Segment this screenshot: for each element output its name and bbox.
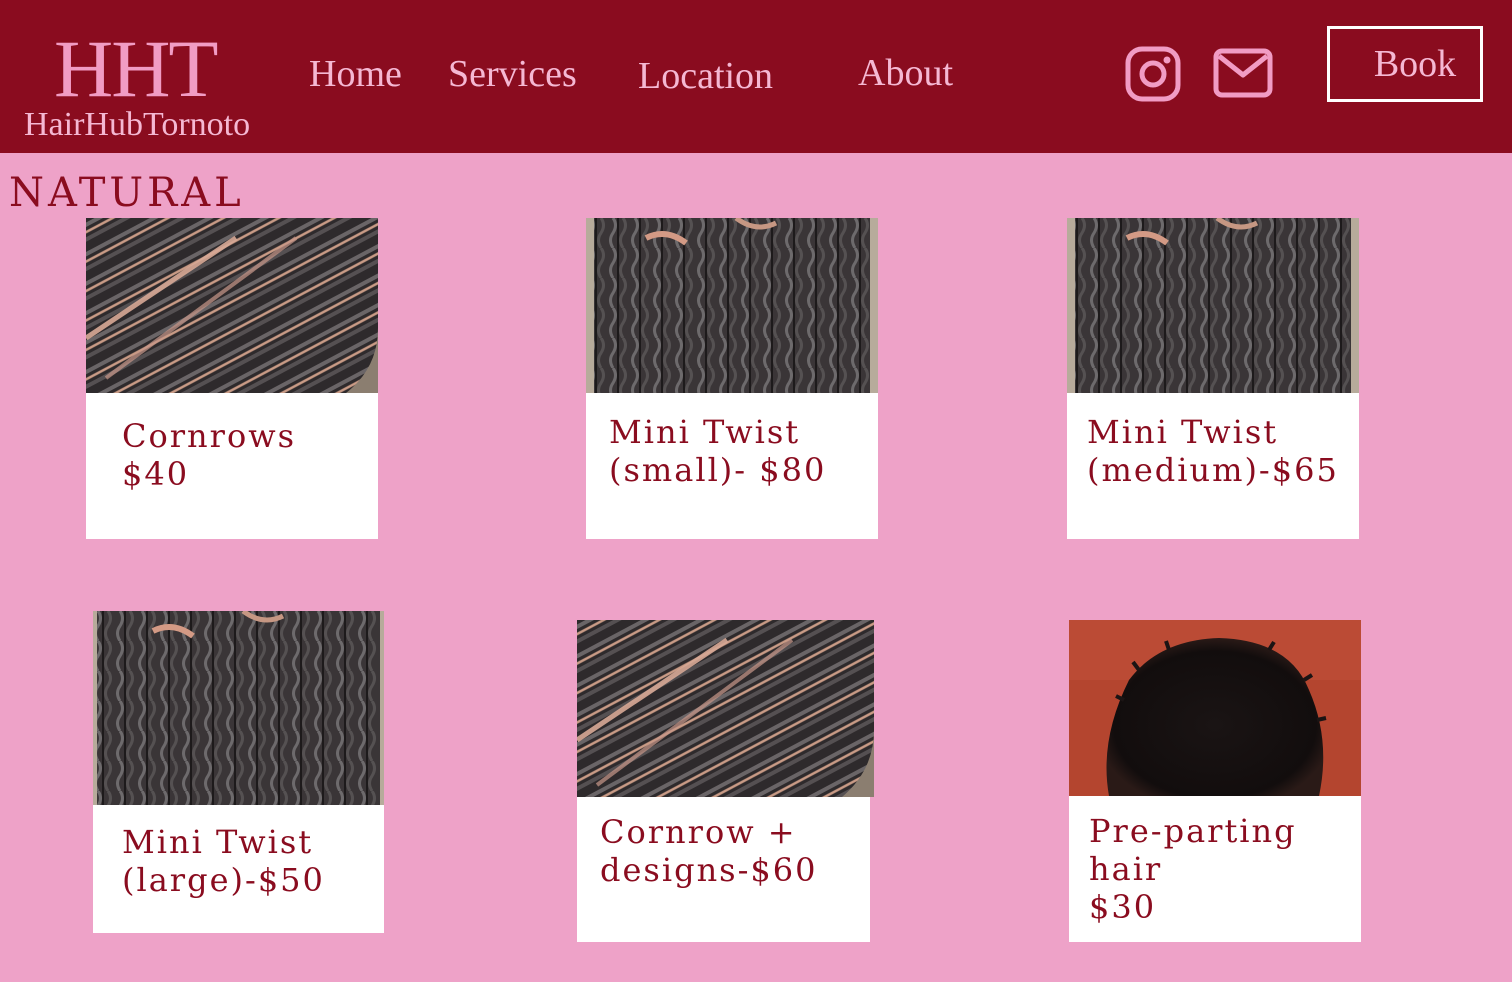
nav-services[interactable]: Services — [448, 52, 577, 96]
service-info: Mini Twist (large)-$50 — [93, 805, 384, 933]
service-label: Mini Twist (large)-$50 — [122, 823, 325, 899]
cornrows-photo — [86, 218, 378, 393]
service-label: Mini Twist (small)- $80 — [609, 413, 827, 489]
service-info: Cornrow + designs-$60 — [577, 797, 870, 942]
afro-photo — [1069, 620, 1361, 796]
mail-icon[interactable] — [1213, 48, 1273, 98]
nav-location[interactable]: Location — [638, 54, 773, 98]
service-info: Mini Twist (medium)-$65 — [1067, 393, 1359, 539]
service-label: Cornrows $40 — [122, 417, 297, 493]
service-info: Cornrows $40 — [86, 393, 378, 539]
twists-photo — [586, 218, 878, 393]
nav-about[interactable]: About — [858, 51, 953, 95]
service-label: Mini Twist (medium)-$65 — [1087, 413, 1339, 489]
nav-home[interactable]: Home — [309, 52, 402, 96]
book-button[interactable]: Book — [1327, 26, 1483, 102]
service-info: Mini Twist (small)- $80 — [586, 393, 878, 539]
service-label: Pre-parting hair $30 — [1089, 812, 1297, 926]
section-title: NATURAL — [9, 170, 245, 216]
twists-photo — [93, 611, 384, 805]
logo-subtitle[interactable]: HairHubTornoto — [24, 106, 250, 143]
instagram-icon[interactable] — [1125, 46, 1181, 102]
cornrows-photo — [577, 620, 874, 797]
twists-photo — [1067, 218, 1359, 393]
service-info: Pre-parting hair $30 — [1069, 796, 1361, 942]
logo-mark[interactable]: HHT — [54, 28, 219, 110]
site-header: HHT HairHubTornoto Home Services Locatio… — [0, 0, 1512, 153]
service-label: Cornrow + designs-$60 — [600, 813, 818, 889]
